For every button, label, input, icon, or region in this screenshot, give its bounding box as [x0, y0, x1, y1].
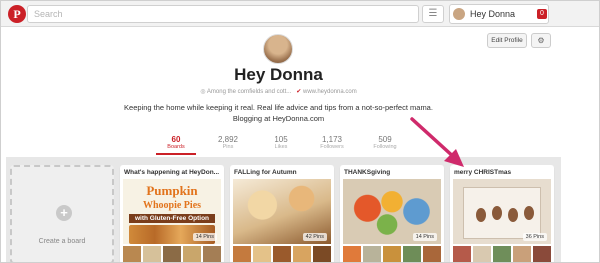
- reindeer-print: [492, 206, 502, 220]
- edit-profile-button[interactable]: Edit Profile: [487, 33, 527, 48]
- pins-count: 14 Pins: [412, 233, 437, 241]
- location-icon: ◎: [200, 89, 206, 95]
- cover-text-pumpkin: Pumpkin: [146, 183, 198, 198]
- thumbnail: [203, 246, 221, 262]
- board-card[interactable]: What's happening at HeyDon... Pumpkin Wh…: [120, 165, 224, 262]
- profile-name: Hey Donna: [234, 65, 323, 84]
- thumbnail: [423, 246, 441, 262]
- stat-followers[interactable]: 1,173 Followers: [307, 135, 357, 150]
- thumbnail: [453, 246, 471, 262]
- user-menu-button[interactable]: Hey Donna 0: [449, 4, 549, 24]
- profile-website[interactable]: www.heydonna.com: [303, 89, 357, 95]
- search-placeholder: Search: [34, 9, 63, 19]
- pins-count: 14 Pins: [192, 233, 217, 241]
- thumbnail: [533, 246, 551, 262]
- stat-label: Pins: [222, 144, 234, 150]
- profile-meta: ◎ Among the cornfields and cott... ✔ www…: [1, 88, 556, 95]
- cover-text-glutenfree: with Gluten-Free Option: [129, 214, 215, 223]
- pinterest-logo-icon[interactable]: P: [8, 5, 26, 23]
- thumbnail: [123, 246, 141, 262]
- reindeer-print: [524, 206, 534, 220]
- reindeer-card-image: [463, 187, 541, 239]
- board-title: FALLing for Autumn: [234, 169, 297, 176]
- pinterest-profile-page: P Search ☰ Hey Donna 0 Edit Profile ⚙ He…: [0, 0, 600, 263]
- stat-number: 509: [378, 135, 392, 144]
- thumbnail: [293, 246, 311, 262]
- stat-label: Followers: [320, 144, 344, 150]
- search-input[interactable]: Search: [27, 5, 419, 23]
- stat-number: 1,173: [321, 135, 343, 144]
- reindeer-print: [508, 208, 518, 222]
- stat-number: 60: [171, 135, 181, 144]
- create-board-label: Create a board: [38, 238, 86, 245]
- stat-following[interactable]: 509 Following: [360, 135, 410, 150]
- menu-button[interactable]: ☰: [422, 5, 444, 23]
- board-card[interactable]: merry CHRISTmas 36 Pins: [450, 165, 554, 262]
- boards-grid: + Create a board What's happening at Hey…: [6, 157, 561, 262]
- thumbnail: [493, 246, 511, 262]
- thumbnail: [163, 246, 181, 262]
- user-name: Hey Donna: [470, 9, 516, 19]
- website-icon: ✔: [296, 89, 302, 95]
- profile-stats: 60 Boards 2,892 Pins 105 Likes 1,173 Fol…: [1, 135, 599, 155]
- stat-label: Boards: [167, 144, 185, 150]
- stat-pins[interactable]: 2,892 Pins: [203, 135, 253, 150]
- board-thumbnails: [233, 246, 331, 262]
- hamburger-icon: ☰: [428, 8, 438, 19]
- notification-badge[interactable]: 0: [537, 9, 547, 19]
- logo-letter: P: [13, 7, 21, 21]
- board-thumbnails: [453, 246, 551, 262]
- thumbnail: [313, 246, 331, 262]
- thumbnail: [253, 246, 271, 262]
- settings-button[interactable]: ⚙: [531, 33, 551, 48]
- plus-icon: +: [56, 205, 72, 221]
- thumbnail: [183, 246, 201, 262]
- board-card[interactable]: THANKSgiving 14 Pins: [340, 165, 444, 262]
- bio-line-1: Keeping the home while keeping it real. …: [124, 103, 433, 112]
- thumbnail: [473, 246, 491, 262]
- create-board-card[interactable]: + Create a board: [10, 165, 114, 262]
- board-thumbnails: [123, 246, 221, 262]
- thumbnail: [343, 246, 361, 262]
- pins-count: 42 Pins: [302, 233, 327, 241]
- thumbnail: [233, 246, 251, 262]
- thumbnail: [143, 246, 161, 262]
- board-card[interactable]: FALLing for Autumn 42 Pins: [230, 165, 334, 262]
- board-cover-image: Pumpkin Whoopie Pies with Gluten-Free Op…: [123, 179, 221, 244]
- board-title: What's happening at HeyDon...: [124, 169, 220, 176]
- stat-label: Likes: [274, 144, 288, 150]
- stat-number: 105: [274, 135, 288, 144]
- cover-text-whoopie: Whoopie Pies: [142, 200, 202, 211]
- active-tab-indicator: [156, 153, 196, 155]
- stat-likes[interactable]: 105 Likes: [256, 135, 306, 150]
- gear-icon: ⚙: [537, 36, 545, 45]
- board-thumbnails: [343, 246, 441, 262]
- thumbnail: [363, 246, 381, 262]
- board-cover-image: 42 Pins: [233, 179, 331, 244]
- stat-label: Following: [373, 144, 397, 150]
- annotation-arrow-icon: [410, 117, 464, 167]
- board-cover-image: 36 Pins: [453, 179, 551, 244]
- thumbnail: [513, 246, 531, 262]
- reindeer-print: [476, 208, 486, 222]
- stat-boards[interactable]: 60 Boards: [151, 135, 201, 150]
- profile-location: Among the cornfields and cott...: [206, 89, 292, 95]
- thumbnail: [383, 246, 401, 262]
- avatar: [453, 8, 465, 20]
- stat-number: 2,892: [217, 135, 239, 144]
- profile-avatar: [263, 34, 293, 64]
- board-cover-image: 14 Pins: [343, 179, 441, 244]
- top-bar: P Search ☰ Hey Donna 0: [1, 1, 599, 27]
- pins-count: 36 Pins: [522, 233, 547, 241]
- thumbnail: [403, 246, 421, 262]
- thumbnail: [273, 246, 291, 262]
